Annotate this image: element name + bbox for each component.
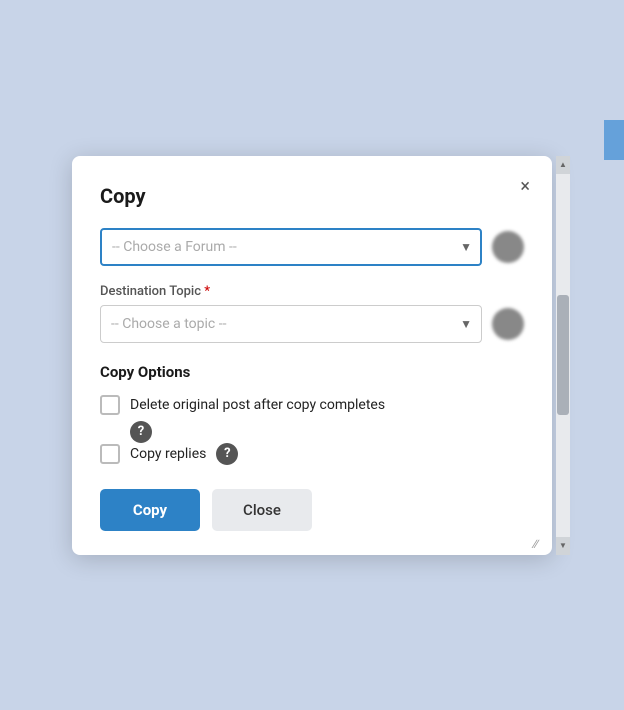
forum-select-wrapper: -- Choose a Forum -- ▼: [100, 228, 482, 266]
modal-container: Copy × -- Choose a Forum -- ▼ Destinatio…: [72, 156, 552, 555]
modal-title: Copy: [100, 184, 524, 208]
scrollbar-down-arrow[interactable]: ▼: [556, 537, 570, 555]
copy-options-title: Copy Options: [100, 363, 524, 381]
delete-original-help-icon[interactable]: ?: [130, 421, 152, 443]
destination-topic-label: Destination Topic: [100, 284, 524, 299]
delete-original-row: Delete original post after copy complete…: [100, 395, 524, 415]
copy-replies-help-icon[interactable]: ?: [216, 443, 238, 465]
copy-replies-label: Copy replies: [130, 446, 206, 462]
delete-original-checkbox[interactable]: [100, 395, 120, 415]
copy-replies-option: Copy replies ?: [100, 443, 524, 465]
forum-select[interactable]: -- Choose a Forum --: [100, 228, 482, 266]
delete-original-option: Delete original post after copy complete…: [100, 395, 524, 443]
topic-select-wrapper: -- Choose a topic -- ▼: [100, 305, 482, 343]
topic-select[interactable]: -- Choose a topic --: [100, 305, 482, 343]
scrollbar-thumb[interactable]: [557, 295, 569, 415]
copy-replies-checkbox[interactable]: [100, 444, 120, 464]
forum-field-row: -- Choose a Forum -- ▼: [100, 228, 524, 266]
background-accent: [604, 120, 624, 160]
forum-field-icon: [492, 231, 524, 263]
destination-section: Destination Topic -- Choose a topic -- ▼: [100, 284, 524, 343]
scrollbar-track: ▲ ▼: [556, 156, 570, 555]
topic-field-icon: [492, 308, 524, 340]
resize-handle-icon[interactable]: ∕∕: [534, 537, 548, 551]
delete-original-label: Delete original post after copy complete…: [130, 397, 385, 413]
delete-original-help-row: ?: [100, 421, 524, 443]
topic-field-row: -- Choose a topic -- ▼: [100, 305, 524, 343]
close-action-button[interactable]: Close: [212, 489, 312, 531]
footer-buttons: Copy Close: [100, 489, 524, 531]
scrollbar-up-arrow[interactable]: ▲: [556, 156, 570, 174]
copy-action-button[interactable]: Copy: [100, 489, 200, 531]
close-button[interactable]: ×: [516, 174, 534, 200]
copy-options-section: Copy Options Delete original post after …: [100, 363, 524, 465]
modal-overlay: Copy × -- Choose a Forum -- ▼ Destinatio…: [72, 156, 552, 555]
